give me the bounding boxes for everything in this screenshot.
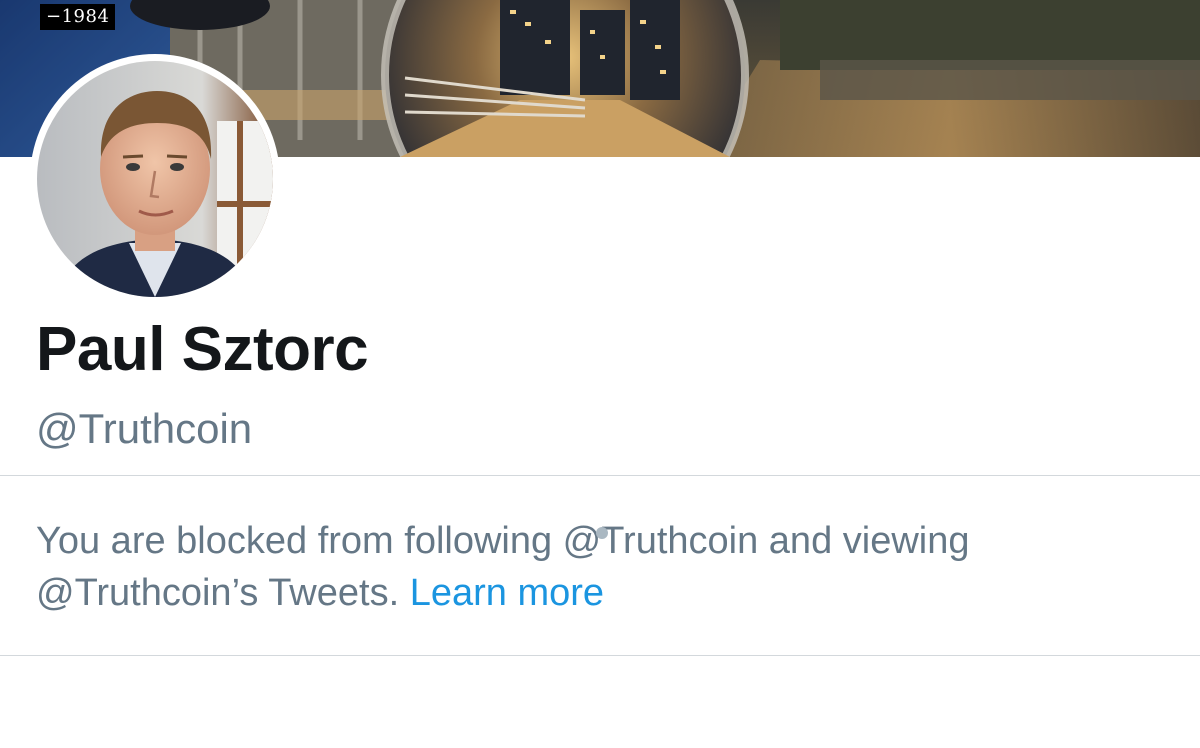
avatar-image (37, 61, 273, 297)
profile-handle: @Truthcoin (36, 405, 253, 452)
touch-indicator (596, 527, 608, 539)
banner-caption: −1984 (40, 4, 116, 30)
avatar[interactable] (30, 54, 280, 304)
divider (0, 655, 1200, 656)
profile-page: −1984 Paul Sztorc @Truthcoin You are blo… (0, 0, 1200, 748)
profile-display-name: Paul Sztorc (36, 315, 369, 384)
divider (0, 475, 1200, 476)
learn-more-link[interactable]: Learn more (410, 572, 604, 614)
